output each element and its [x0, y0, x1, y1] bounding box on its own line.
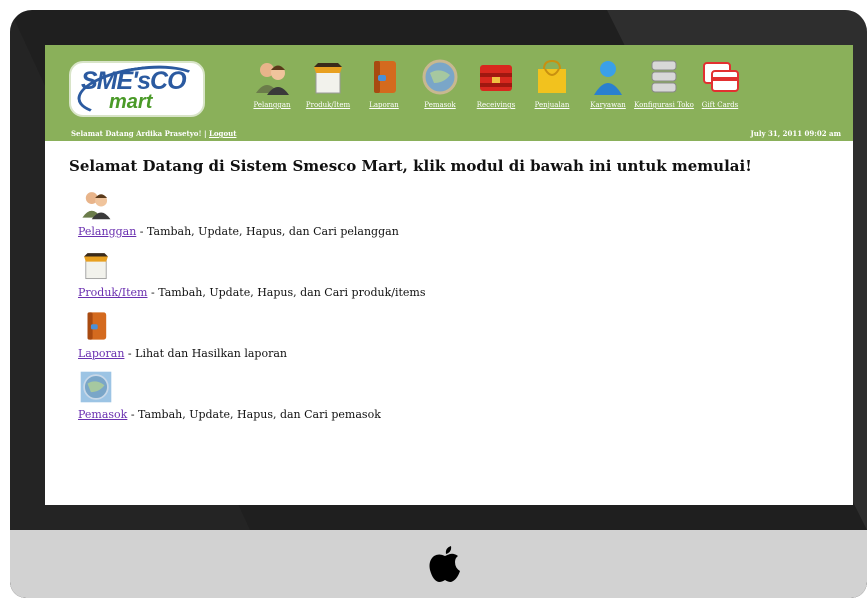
- module-item-laporan: Laporan - Lihat dan Hasilkan laporan: [69, 309, 839, 360]
- logout-link[interactable]: Logout: [209, 129, 236, 138]
- nav-item-pelanggan[interactable]: Pelanggan: [241, 57, 303, 127]
- book-icon[interactable]: [79, 309, 113, 343]
- module-line: Pemasok - Tambah, Update, Hapus, dan Car…: [78, 408, 839, 421]
- nav-item-penjualan[interactable]: Penjualan: [521, 57, 583, 127]
- nav-item-receivings[interactable]: Receivings: [465, 57, 527, 127]
- module-item-pelanggan: Pelanggan - Tambah, Update, Hapus, dan C…: [69, 187, 839, 238]
- crate-icon: [480, 65, 512, 91]
- module-desc: - Tambah, Update, Hapus, dan Cari pelang…: [136, 225, 399, 238]
- module-item-pemasok: Pemasok - Tambah, Update, Hapus, dan Car…: [69, 370, 839, 421]
- logo-text-bottom: mart: [109, 91, 153, 113]
- greeting-bar: Selamat Datang Ardika Prasetyo! | Logout: [71, 129, 236, 138]
- monitor-chin: [10, 530, 867, 598]
- database-icon: [651, 60, 677, 93]
- nav-label: Laporan: [369, 101, 399, 109]
- person-icon: [594, 61, 622, 95]
- module-line: Pelanggan - Tambah, Update, Hapus, dan C…: [78, 225, 839, 238]
- module-link-produk[interactable]: Produk/Item: [78, 286, 148, 299]
- nav-item-laporan[interactable]: Laporan: [353, 57, 415, 127]
- module-link-pelanggan[interactable]: Pelanggan: [78, 225, 136, 238]
- nav-item-pemasok[interactable]: Pemasok: [409, 57, 471, 127]
- nav-label: Receivings: [476, 101, 516, 109]
- nav-label: Pelanggan: [253, 101, 291, 109]
- nav-label: Karyawan: [590, 101, 626, 109]
- shopping-bag-icon: [538, 59, 566, 93]
- main-content: Selamat Datang di Sistem Smesco Mart, kl…: [69, 157, 839, 431]
- gift-card-icon: [703, 62, 739, 92]
- smesco-logo[interactable]: SME'sCO mart: [69, 58, 206, 124]
- app-header: SME'sCO mart Pelanggan Produk/Item Lapor…: [45, 45, 853, 141]
- nav-item-karyawan[interactable]: Karyawan: [577, 57, 639, 127]
- nav-item-produk[interactable]: Produk/Item: [297, 57, 359, 127]
- monitor-frame: SME'sCO mart Pelanggan Produk/Item Lapor…: [10, 10, 867, 598]
- users-icon[interactable]: [79, 187, 113, 221]
- module-desc: - Lihat dan Hasilkan laporan: [124, 347, 287, 360]
- module-line: Produk/Item - Tambah, Update, Hapus, dan…: [78, 286, 839, 299]
- nav-label: Gift Cards: [701, 101, 739, 109]
- nav-label: Konfigurasi Toko: [634, 101, 694, 109]
- box-icon[interactable]: [79, 248, 113, 282]
- module-desc: - Tambah, Update, Hapus, dan Cari produk…: [147, 286, 426, 299]
- current-date: July 31, 2011 09:02 am: [750, 129, 841, 138]
- page-title: Selamat Datang di Sistem Smesco Mart, kl…: [69, 157, 752, 175]
- nav-item-gift-cards[interactable]: Gift Cards: [689, 57, 751, 127]
- nav-label: Pemasok: [424, 101, 456, 109]
- module-item-produk: Produk/Item - Tambah, Update, Hapus, dan…: [69, 248, 839, 299]
- nav-label: Produk/Item: [305, 101, 351, 109]
- book-icon: [374, 61, 396, 93]
- app-screen: SME'sCO mart Pelanggan Produk/Item Lapor…: [45, 45, 853, 505]
- apple-logo-icon: [429, 546, 460, 582]
- nav-label: Penjualan: [534, 101, 570, 109]
- box-icon: [314, 63, 342, 94]
- module-link-laporan[interactable]: Laporan: [78, 347, 124, 360]
- users-icon: [256, 63, 289, 95]
- globe-icon: [422, 59, 458, 95]
- greeting-text: Selamat Datang Ardika Prasetyo! |: [71, 129, 209, 138]
- nav-item-konfigurasi[interactable]: Konfigurasi Toko: [633, 57, 695, 127]
- module-desc: - Tambah, Update, Hapus, dan Cari pemaso…: [127, 408, 381, 421]
- module-link-pemasok[interactable]: Pemasok: [78, 408, 127, 421]
- module-line: Laporan - Lihat dan Hasilkan laporan: [78, 347, 839, 360]
- globe-icon[interactable]: [79, 370, 113, 404]
